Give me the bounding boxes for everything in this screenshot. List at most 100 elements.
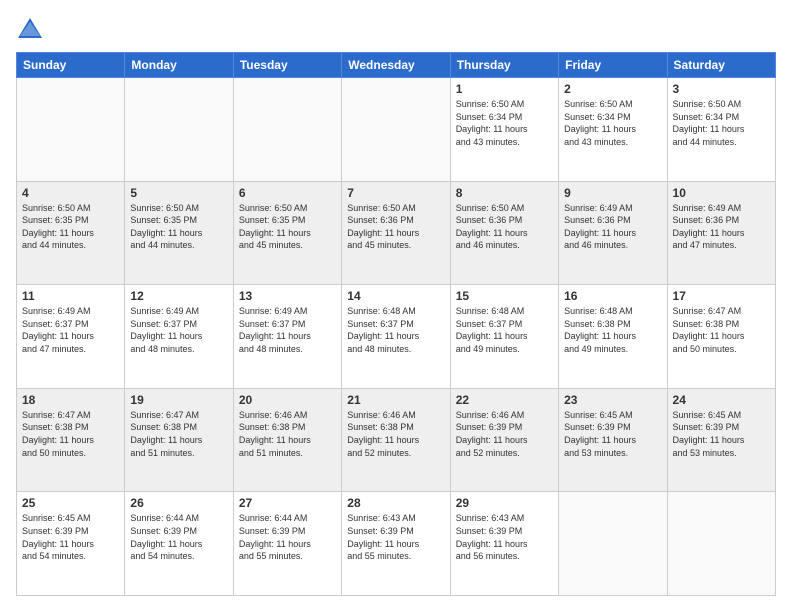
calendar-cell — [342, 78, 450, 182]
day-number: 17 — [673, 289, 770, 303]
calendar-cell: 6 Sunrise: 6:50 AM Sunset: 6:35 PM Daylig… — [233, 181, 341, 285]
day-info: Sunrise: 6:47 AM Sunset: 6:38 PM Dayligh… — [673, 305, 770, 355]
day-number: 12 — [130, 289, 227, 303]
day-number: 19 — [130, 393, 227, 407]
calendar-cell — [125, 78, 233, 182]
day-info: Sunrise: 6:44 AM Sunset: 6:39 PM Dayligh… — [130, 512, 227, 562]
day-info: Sunrise: 6:50 AM Sunset: 6:35 PM Dayligh… — [130, 202, 227, 252]
calendar-cell: 26 Sunrise: 6:44 AM Sunset: 6:39 PM Dayli… — [125, 492, 233, 596]
calendar-cell: 9 Sunrise: 6:49 AM Sunset: 6:36 PM Daylig… — [559, 181, 667, 285]
day-info: Sunrise: 6:49 AM Sunset: 6:36 PM Dayligh… — [564, 202, 661, 252]
calendar: SundayMondayTuesdayWednesdayThursdayFrid… — [16, 52, 776, 596]
calendar-cell: 8 Sunrise: 6:50 AM Sunset: 6:36 PM Daylig… — [450, 181, 558, 285]
calendar-cell: 13Sunrise: 6:49 AM Sunset: 6:37 PM Dayli… — [233, 285, 341, 389]
week-row-0: 1 Sunrise: 6:50 AM Sunset: 6:34 PM Daylig… — [17, 78, 776, 182]
day-number: 22 — [456, 393, 553, 407]
calendar-cell: 14Sunrise: 6:48 AM Sunset: 6:37 PM Dayli… — [342, 285, 450, 389]
calendar-cell: 16 Sunrise: 6:48 AM Sunset: 6:38 PM Dayli… — [559, 285, 667, 389]
week-row-3: 18 Sunrise: 6:47 AM Sunset: 6:38 PM Dayli… — [17, 388, 776, 492]
calendar-cell: 2 Sunrise: 6:50 AM Sunset: 6:34 PM Daylig… — [559, 78, 667, 182]
day-number: 5 — [130, 186, 227, 200]
day-number: 10 — [673, 186, 770, 200]
day-number: 24 — [673, 393, 770, 407]
day-header-sunday: Sunday — [17, 53, 125, 78]
day-info: Sunrise: 6:49 AM Sunset: 6:36 PM Dayligh… — [673, 202, 770, 252]
day-number: 11 — [22, 289, 119, 303]
calendar-cell — [667, 492, 775, 596]
week-row-4: 25 Sunrise: 6:45 AM Sunset: 6:39 PM Dayli… — [17, 492, 776, 596]
day-info: Sunrise: 6:48 AM Sunset: 6:38 PM Dayligh… — [564, 305, 661, 355]
calendar-cell — [233, 78, 341, 182]
calendar-cell — [17, 78, 125, 182]
day-info: Sunrise: 6:48 AM Sunset: 6:37 PM Dayligh… — [456, 305, 553, 355]
day-info: Sunrise: 6:46 AM Sunset: 6:39 PM Dayligh… — [456, 409, 553, 459]
day-number: 8 — [456, 186, 553, 200]
day-info: Sunrise: 6:49 AM Sunset: 6:37 PM Dayligh… — [22, 305, 119, 355]
calendar-cell: 28Sunrise: 6:43 AM Sunset: 6:39 PM Dayli… — [342, 492, 450, 596]
day-info: Sunrise: 6:50 AM Sunset: 6:35 PM Dayligh… — [22, 202, 119, 252]
day-header-tuesday: Tuesday — [233, 53, 341, 78]
day-info: Sunrise: 6:49 AM Sunset: 6:37 PM Dayligh… — [239, 305, 336, 355]
day-number: 16 — [564, 289, 661, 303]
day-header-saturday: Saturday — [667, 53, 775, 78]
day-number: 15 — [456, 289, 553, 303]
calendar-cell: 1 Sunrise: 6:50 AM Sunset: 6:34 PM Daylig… — [450, 78, 558, 182]
calendar-cell: 7 Sunrise: 6:50 AM Sunset: 6:36 PM Daylig… — [342, 181, 450, 285]
day-info: Sunrise: 6:45 AM Sunset: 6:39 PM Dayligh… — [22, 512, 119, 562]
day-number: 23 — [564, 393, 661, 407]
day-info: Sunrise: 6:44 AM Sunset: 6:39 PM Dayligh… — [239, 512, 336, 562]
day-info: Sunrise: 6:50 AM Sunset: 6:35 PM Dayligh… — [239, 202, 336, 252]
calendar-cell — [559, 492, 667, 596]
calendar-cell: 18 Sunrise: 6:47 AM Sunset: 6:38 PM Dayli… — [17, 388, 125, 492]
day-number: 26 — [130, 496, 227, 510]
day-number: 6 — [239, 186, 336, 200]
header — [16, 16, 776, 44]
day-info: Sunrise: 6:43 AM Sunset: 6:39 PM Dayligh… — [347, 512, 444, 562]
calendar-cell: 29 Sunrise: 6:43 AM Sunset: 6:39 PM Dayli… — [450, 492, 558, 596]
calendar-cell: 12 Sunrise: 6:49 AM Sunset: 6:37 PM Dayli… — [125, 285, 233, 389]
calendar-cell: 3 Sunrise: 6:50 AM Sunset: 6:34 PM Daylig… — [667, 78, 775, 182]
calendar-cell: 21Sunrise: 6:46 AM Sunset: 6:38 PM Dayli… — [342, 388, 450, 492]
day-number: 9 — [564, 186, 661, 200]
day-number: 1 — [456, 82, 553, 96]
calendar-cell: 24Sunrise: 6:45 AM Sunset: 6:39 PM Dayli… — [667, 388, 775, 492]
day-info: Sunrise: 6:46 AM Sunset: 6:38 PM Dayligh… — [239, 409, 336, 459]
calendar-cell: 5 Sunrise: 6:50 AM Sunset: 6:35 PM Daylig… — [125, 181, 233, 285]
calendar-cell: 10 Sunrise: 6:49 AM Sunset: 6:36 PM Dayli… — [667, 181, 775, 285]
day-info: Sunrise: 6:49 AM Sunset: 6:37 PM Dayligh… — [130, 305, 227, 355]
calendar-cell: 23Sunrise: 6:45 AM Sunset: 6:39 PM Dayli… — [559, 388, 667, 492]
day-number: 3 — [673, 82, 770, 96]
day-number: 21 — [347, 393, 444, 407]
page: SundayMondayTuesdayWednesdayThursdayFrid… — [0, 0, 792, 612]
week-row-1: 4 Sunrise: 6:50 AM Sunset: 6:35 PM Daylig… — [17, 181, 776, 285]
calendar-cell: 4 Sunrise: 6:50 AM Sunset: 6:35 PM Daylig… — [17, 181, 125, 285]
day-info: Sunrise: 6:50 AM Sunset: 6:34 PM Dayligh… — [564, 98, 661, 148]
calendar-cell: 25 Sunrise: 6:45 AM Sunset: 6:39 PM Dayli… — [17, 492, 125, 596]
logo-icon — [16, 16, 44, 44]
calendar-cell: 15 Sunrise: 6:48 AM Sunset: 6:37 PM Dayli… — [450, 285, 558, 389]
day-number: 14 — [347, 289, 444, 303]
day-info: Sunrise: 6:50 AM Sunset: 6:36 PM Dayligh… — [347, 202, 444, 252]
header-row: SundayMondayTuesdayWednesdayThursdayFrid… — [17, 53, 776, 78]
day-number: 27 — [239, 496, 336, 510]
day-info: Sunrise: 6:50 AM Sunset: 6:36 PM Dayligh… — [456, 202, 553, 252]
logo — [16, 16, 48, 44]
day-number: 25 — [22, 496, 119, 510]
day-number: 7 — [347, 186, 444, 200]
day-info: Sunrise: 6:50 AM Sunset: 6:34 PM Dayligh… — [456, 98, 553, 148]
calendar-cell: 19Sunrise: 6:47 AM Sunset: 6:38 PM Dayli… — [125, 388, 233, 492]
day-info: Sunrise: 6:47 AM Sunset: 6:38 PM Dayligh… — [22, 409, 119, 459]
day-number: 4 — [22, 186, 119, 200]
calendar-cell: 22 Sunrise: 6:46 AM Sunset: 6:39 PM Dayli… — [450, 388, 558, 492]
day-info: Sunrise: 6:43 AM Sunset: 6:39 PM Dayligh… — [456, 512, 553, 562]
day-header-monday: Monday — [125, 53, 233, 78]
day-number: 29 — [456, 496, 553, 510]
day-number: 2 — [564, 82, 661, 96]
day-info: Sunrise: 6:50 AM Sunset: 6:34 PM Dayligh… — [673, 98, 770, 148]
day-number: 18 — [22, 393, 119, 407]
calendar-cell: 20Sunrise: 6:46 AM Sunset: 6:38 PM Dayli… — [233, 388, 341, 492]
day-header-friday: Friday — [559, 53, 667, 78]
calendar-cell: 17 Sunrise: 6:47 AM Sunset: 6:38 PM Dayli… — [667, 285, 775, 389]
week-row-2: 11 Sunrise: 6:49 AM Sunset: 6:37 PM Dayli… — [17, 285, 776, 389]
calendar-cell: 27 Sunrise: 6:44 AM Sunset: 6:39 PM Dayli… — [233, 492, 341, 596]
